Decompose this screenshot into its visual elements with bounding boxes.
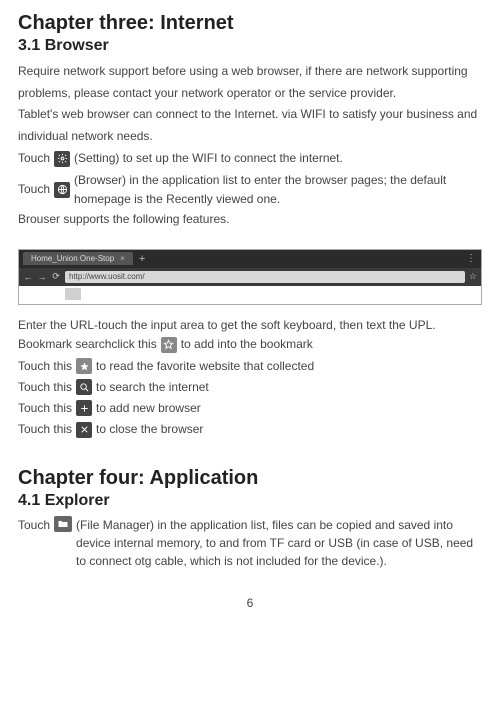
text: to close the browser (96, 420, 203, 439)
text: Touch (18, 516, 50, 535)
text: (File Manager) in the application list, … (76, 516, 482, 570)
file-manager-icon (54, 516, 72, 532)
search-icon (76, 379, 92, 395)
feature-close-browser: Touch this to close the browser (18, 420, 482, 439)
overflow-menu-icon[interactable]: ⋮ (466, 253, 477, 264)
feature-add-browser: Touch this to add new browser (18, 399, 482, 418)
feature-enter-url: Enter the URL-touch the input area to ge… (18, 317, 482, 334)
browser-tabbar: Home_Union One-Stop × + ⋮ (19, 250, 481, 268)
text: to search the internet (96, 378, 209, 397)
tab-close-icon[interactable]: × (120, 254, 125, 263)
chapter-4-heading: Chapter four: Application (18, 467, 482, 490)
text: Touch this (18, 357, 72, 376)
browser-viewport (19, 286, 481, 304)
chapter-3-heading: Chapter three: Internet (18, 12, 482, 35)
text: (Browser) in the application list to ent… (74, 171, 482, 209)
feature-search: Touch this to search the internet (18, 378, 482, 397)
para-wifi-connect: Tablet's web browser can connect to the … (18, 104, 482, 147)
text: Touch this (18, 399, 72, 418)
text: Touch this (18, 420, 72, 439)
text: Bookmark searchclick this (18, 335, 157, 354)
manual-page: Chapter three: Internet 3.1 Browser Requ… (0, 0, 500, 630)
bookmark-star-icon[interactable]: ☆ (469, 271, 477, 282)
url-text: http://www.uosit.com/ (69, 272, 145, 281)
browser-tab[interactable]: Home_Union One-Stop × (23, 252, 133, 265)
para-features-intro: Brouser supports the following features. (18, 209, 482, 231)
para-network-req: Require network support before using a w… (18, 61, 482, 104)
text: Touch (18, 149, 50, 168)
star-outline-icon (161, 337, 177, 353)
text: to read the favorite website that collec… (96, 357, 314, 376)
settings-icon (54, 151, 70, 167)
forward-icon[interactable]: → (37, 272, 47, 282)
feature-read-favorite: Touch this to read the favorite website … (18, 357, 482, 376)
section-3-1-heading: 3.1 Browser (18, 37, 482, 55)
reload-icon[interactable]: ⟳ (51, 271, 61, 282)
text: Touch this (18, 378, 72, 397)
section-4-1-heading: 4.1 Explorer (18, 492, 482, 510)
tab-label: Home_Union One-Stop (31, 254, 114, 263)
page-number: 6 (18, 596, 482, 610)
browser-icon (54, 182, 70, 198)
back-icon[interactable]: ← (23, 272, 33, 282)
para-explorer: Touch (File Manager) in the application … (18, 516, 482, 570)
url-input[interactable]: http://www.uosit.com/ (65, 271, 465, 283)
text: (Setting) to set up the WIFI to connect … (74, 149, 343, 168)
text: to add into the bookmark (181, 335, 313, 354)
browser-screenshot: Home_Union One-Stop × + ⋮ ← → ⟳ http://w… (18, 249, 482, 305)
para-touch-settings: Touch (Setting) to set up the WIFI to co… (18, 149, 482, 168)
para-touch-browser: Touch (Browser) in the application list … (18, 171, 482, 209)
star-filled-icon (76, 358, 92, 374)
feature-bookmark-add: Bookmark searchclick this to add into th… (18, 335, 482, 354)
close-icon (76, 422, 92, 438)
new-tab-icon[interactable]: + (139, 253, 145, 265)
browser-toolbar: ← → ⟳ http://www.uosit.com/ ☆ (19, 268, 481, 286)
plus-icon (76, 400, 92, 416)
text: Touch (18, 180, 50, 199)
text: to add new browser (96, 399, 201, 418)
